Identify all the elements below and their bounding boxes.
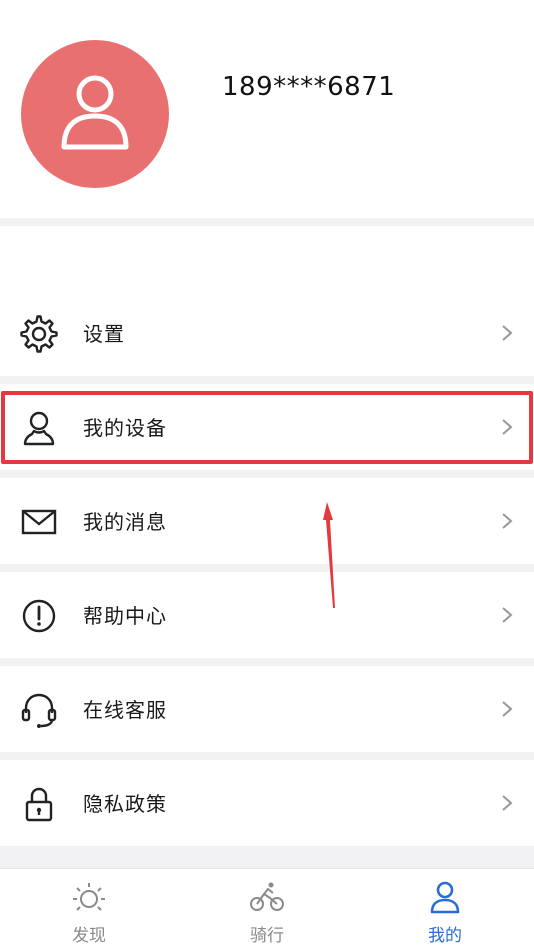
tab-riding[interactable]: 骑行 — [178, 869, 356, 947]
phone-number: 189****6871 — [222, 72, 396, 102]
bottom-tab-bar: 发现 骑行 我的 — [0, 868, 534, 947]
profile-header: 189****6871 — [0, 0, 534, 218]
tab-discover[interactable]: 发现 — [0, 869, 178, 947]
gear-icon — [20, 315, 58, 353]
menu-item-help-center[interactable]: 帮助中心 — [0, 572, 534, 658]
menu-item-privacy-policy[interactable]: 隐私政策 — [0, 760, 534, 846]
tab-mine[interactable]: 我的 — [356, 869, 534, 947]
section-spacer — [0, 226, 534, 290]
envelope-icon — [21, 509, 57, 535]
chevron-right-icon — [502, 513, 513, 529]
chevron-right-icon — [502, 701, 513, 717]
user-icon — [430, 881, 460, 914]
menu-item-label: 帮助中心 — [83, 604, 167, 628]
menu-item-settings[interactable]: 设置 — [0, 290, 534, 376]
chevron-right-icon — [502, 325, 513, 341]
tab-label: 骑行 — [250, 926, 284, 946]
exclamation-circle-icon — [22, 599, 56, 633]
avatar[interactable] — [21, 40, 169, 188]
bicycle-icon — [250, 882, 284, 911]
user-icon — [61, 75, 129, 150]
menu-item-label: 我的设备 — [83, 416, 167, 440]
tab-label: 发现 — [72, 926, 106, 946]
menu-item-my-messages[interactable]: 我的消息 — [0, 478, 534, 564]
menu-item-label: 隐私政策 — [83, 792, 167, 816]
lock-icon — [25, 787, 53, 822]
chevron-right-icon — [502, 795, 513, 811]
menu-item-my-devices[interactable]: 我的设备 — [0, 384, 534, 470]
sun-icon — [73, 883, 105, 911]
menu-item-label: 我的消息 — [83, 510, 167, 534]
menu-item-online-service[interactable]: 在线客服 — [0, 666, 534, 752]
tab-label: 我的 — [428, 926, 462, 946]
person-outline-icon — [23, 411, 55, 446]
headset-icon — [21, 693, 57, 728]
chevron-right-icon — [502, 607, 513, 623]
menu-item-label: 在线客服 — [83, 698, 167, 722]
chevron-right-icon — [502, 419, 513, 435]
menu-item-label: 设置 — [83, 322, 125, 346]
